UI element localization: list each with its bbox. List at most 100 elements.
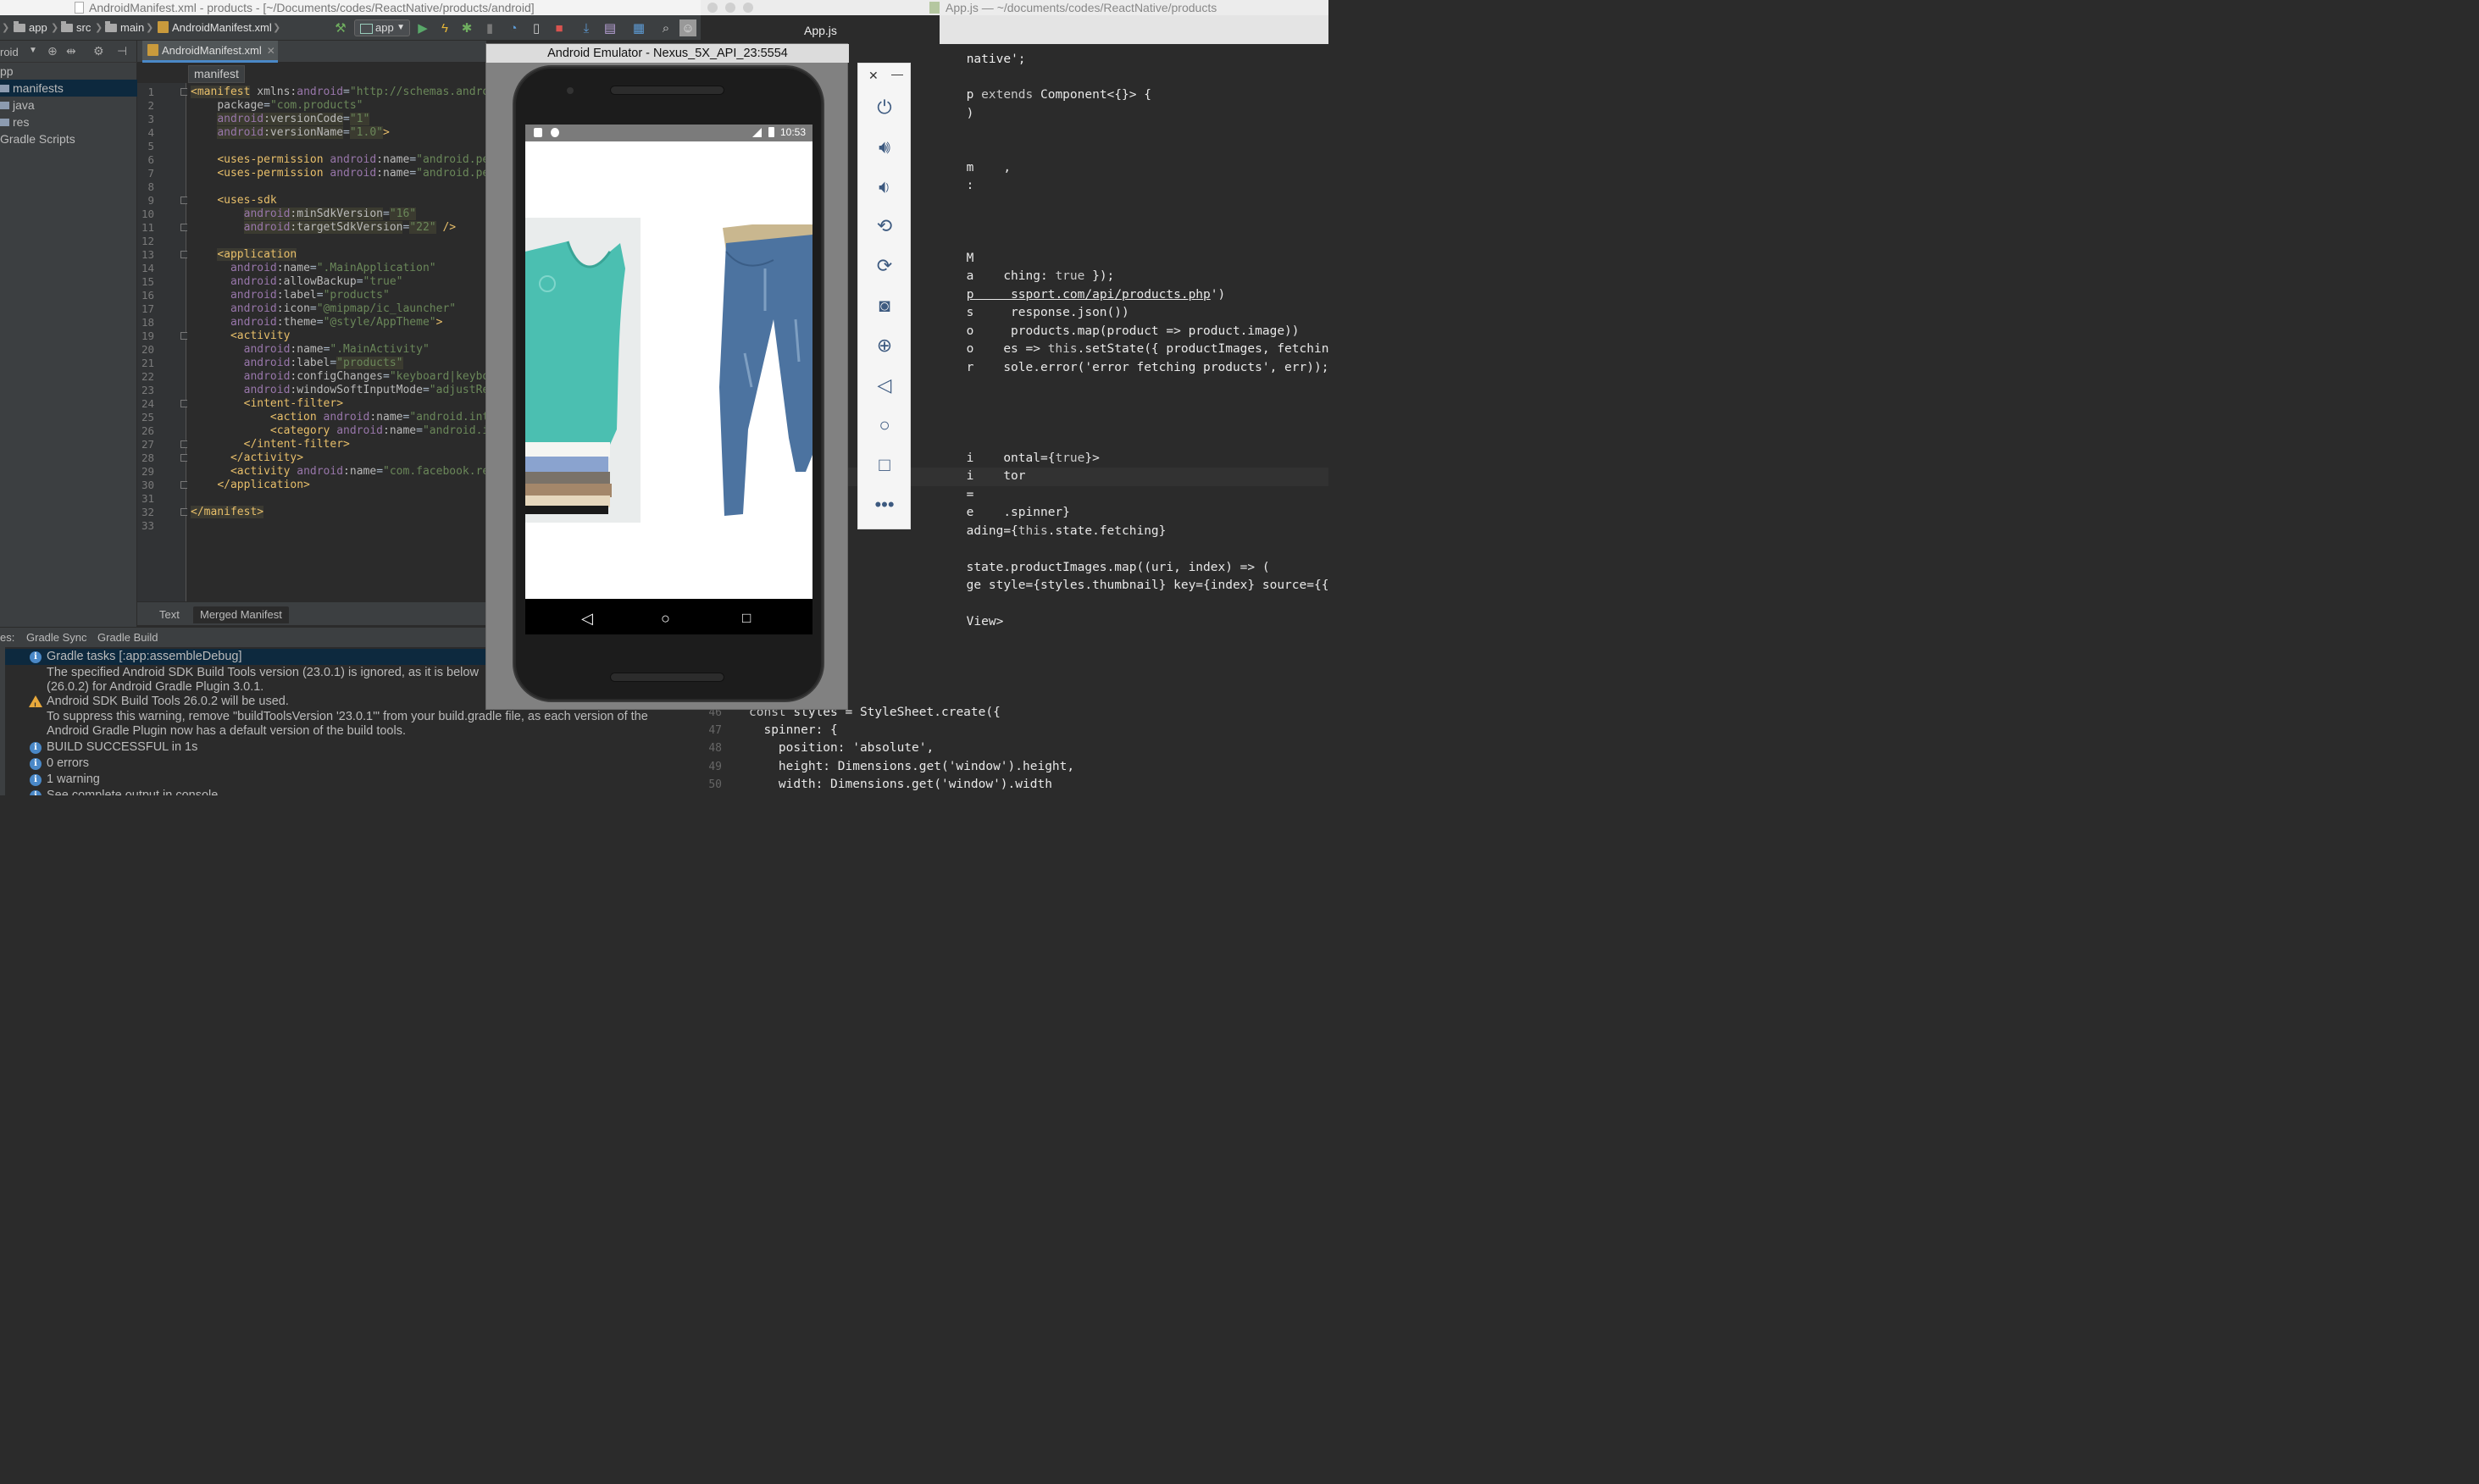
message-row[interactable]: Android Gradle Plugin now has a default … — [0, 723, 701, 739]
profile-icon[interactable]: ◔ — [505, 19, 522, 36]
info-icon: i — [30, 790, 42, 795]
code-line: ge style={styles.thumbnail} key={index} … — [966, 579, 1328, 592]
rotate-right-icon[interactable]: ⟳ — [868, 249, 901, 283]
minimize-icon[interactable]: — — [891, 67, 903, 80]
more-icon[interactable]: ••• — [868, 488, 901, 522]
line-number: 16 — [141, 289, 154, 302]
run-icon[interactable]: ▶ — [414, 19, 431, 36]
close-icon[interactable]: ✕ — [267, 45, 275, 57]
message-row[interactable]: iSee complete output in console — [0, 788, 701, 795]
line-number: 32 — [141, 506, 154, 518]
code-line: <manifest xmlns:android="http://schemas.… — [191, 86, 486, 98]
breadcrumb-manifest[interactable]: AndroidManifest.xml — [158, 21, 272, 35]
breadcrumb-app[interactable]: app — [14, 21, 47, 35]
device-icon[interactable]: ▯ — [528, 19, 545, 36]
code-line: <action android:name="android.intent.act… — [269, 411, 486, 424]
messages-label: es: — [0, 631, 15, 644]
code-line: package="com.products" — [217, 99, 363, 112]
line-number: 25 — [141, 411, 154, 424]
message-row[interactable]: i0 errors — [0, 756, 701, 772]
window-close-button[interactable] — [707, 3, 718, 13]
run-config-select[interactable]: app ▼ — [354, 19, 410, 36]
line-number: 14 — [141, 262, 154, 274]
breadcrumb-manifest-element[interactable]: manifest — [188, 65, 245, 83]
collapse-icon[interactable]: ⇹ — [66, 44, 76, 58]
tab-merged-manifest[interactable]: Merged Manifest — [193, 606, 289, 623]
debug-icon[interactable]: ✱ — [458, 19, 475, 36]
zoom-icon[interactable]: ⊕ — [868, 329, 901, 363]
breadcrumb-src[interactable]: src — [61, 21, 91, 35]
line-number: 9 — [147, 194, 154, 207]
avd-manager-icon[interactable]: ▤ — [602, 19, 618, 36]
tree-item-java[interactable]: java — [0, 97, 137, 114]
code-line: android:windowSoftInputMode="adjustResiz… — [243, 384, 486, 396]
phone-frame: 10:53 ◁ ○ □ — [513, 65, 824, 702]
window-zoom-button[interactable] — [743, 3, 753, 13]
studio-window-title: AndroidManifest.xml - products - [~/Docu… — [89, 1, 535, 14]
product-image-tank-tops[interactable] — [525, 218, 641, 523]
code-line: android:label="products" — [243, 357, 403, 369]
line-number: 15 — [141, 275, 154, 288]
nav-overview-icon[interactable]: □ — [742, 610, 751, 627]
info-icon: i — [30, 742, 42, 754]
tree-item-manifests[interactable]: manifests — [0, 80, 137, 97]
rotate-left-icon[interactable]: ⟲ — [868, 209, 901, 243]
nav-back-icon[interactable]: ◁ — [581, 610, 593, 628]
sync-icon[interactable]: ⤓ — [578, 19, 595, 36]
folder-icon — [61, 21, 73, 32]
project-panel: roid ▼ ⊕ ⇹ ⚙ ⊣ pp manifests java res Gra… — [0, 41, 137, 627]
line-number: 47 — [708, 724, 722, 737]
window-minimize-button[interactable] — [725, 3, 735, 13]
power-icon[interactable]: ⏻ — [868, 91, 901, 125]
status-bar: 10:53 — [525, 125, 812, 141]
code-line: android:minSdkVersion="16" — [243, 208, 417, 220]
tab-gradle-sync[interactable]: Gradle Sync — [26, 631, 87, 645]
nav-home-icon[interactable]: ○ — [661, 610, 670, 628]
line-number: 50 — [708, 778, 722, 791]
tab-app-js[interactable]: App.js — [701, 15, 940, 44]
hide-icon[interactable]: ⊣ — [117, 44, 127, 58]
product-image-jeans[interactable] — [714, 218, 812, 523]
tree-item-res[interactable]: res — [0, 114, 137, 130]
tree-item-app[interactable]: pp — [0, 63, 137, 80]
code-line: width: Dimensions.get('window').width — [749, 778, 1052, 791]
manifest-code-editor[interactable]: <manifest xmlns:android="http://schemas.… — [187, 83, 486, 601]
code-line: <uses-permission android:name="android.p… — [217, 153, 486, 166]
code-line: android:label="products" — [230, 289, 390, 302]
line-number: 10 — [141, 208, 154, 220]
breadcrumb-main[interactable]: main — [105, 21, 144, 35]
volume-up-icon[interactable]: 🔊︎ — [868, 130, 901, 164]
code-line: spinner: { — [749, 723, 838, 737]
attach-debugger-icon[interactable]: ▮ — [481, 19, 498, 36]
camera-icon[interactable]: ◙ — [868, 289, 901, 323]
line-number: 19 — [141, 329, 154, 342]
chevron-down-icon[interactable]: ▼ — [29, 46, 37, 55]
tree-item-gradle-scripts[interactable]: Gradle Scripts — [0, 130, 137, 147]
sdk-manager-icon[interactable]: ▦ — [630, 19, 647, 36]
chevron-right-icon: ❯ — [2, 23, 10, 33]
line-number: 29 — [141, 465, 154, 478]
device-screen[interactable]: 10:53 ◁ ○ □ — [525, 125, 812, 634]
tab-gradle-build[interactable]: Gradle Build — [97, 631, 158, 645]
back-icon[interactable]: ◁ — [868, 368, 901, 402]
xml-file-icon — [158, 21, 169, 33]
stop-icon[interactable]: ■ — [551, 19, 568, 36]
overview-icon[interactable]: □ — [868, 448, 901, 482]
message-row[interactable]: i BUILD SUCCESSFUL in 1s — [0, 739, 701, 756]
home-icon[interactable]: ○ — [868, 408, 901, 442]
volume-down-icon[interactable]: 🔉︎ — [868, 170, 901, 204]
user-icon[interactable]: ☺ — [679, 19, 696, 36]
message-row[interactable]: i1 warning — [0, 772, 701, 788]
gear-icon[interactable]: ⚙ — [93, 44, 104, 58]
make-project-icon[interactable]: ⚒ — [332, 19, 349, 36]
tab-text[interactable]: Text — [153, 606, 186, 623]
project-view-select[interactable]: roid — [0, 46, 19, 58]
close-icon[interactable]: ✕ — [868, 69, 879, 83]
code-line: </activity> — [230, 451, 304, 464]
apply-changes-icon[interactable]: ϟ — [436, 19, 453, 36]
search-icon[interactable]: ⌕ — [657, 19, 674, 36]
target-icon[interactable]: ⊕ — [47, 44, 58, 58]
info-icon: i — [30, 758, 42, 770]
tab-android-manifest[interactable]: AndroidManifest.xml ✕ — [142, 41, 278, 63]
line-number: 30 — [141, 479, 154, 491]
